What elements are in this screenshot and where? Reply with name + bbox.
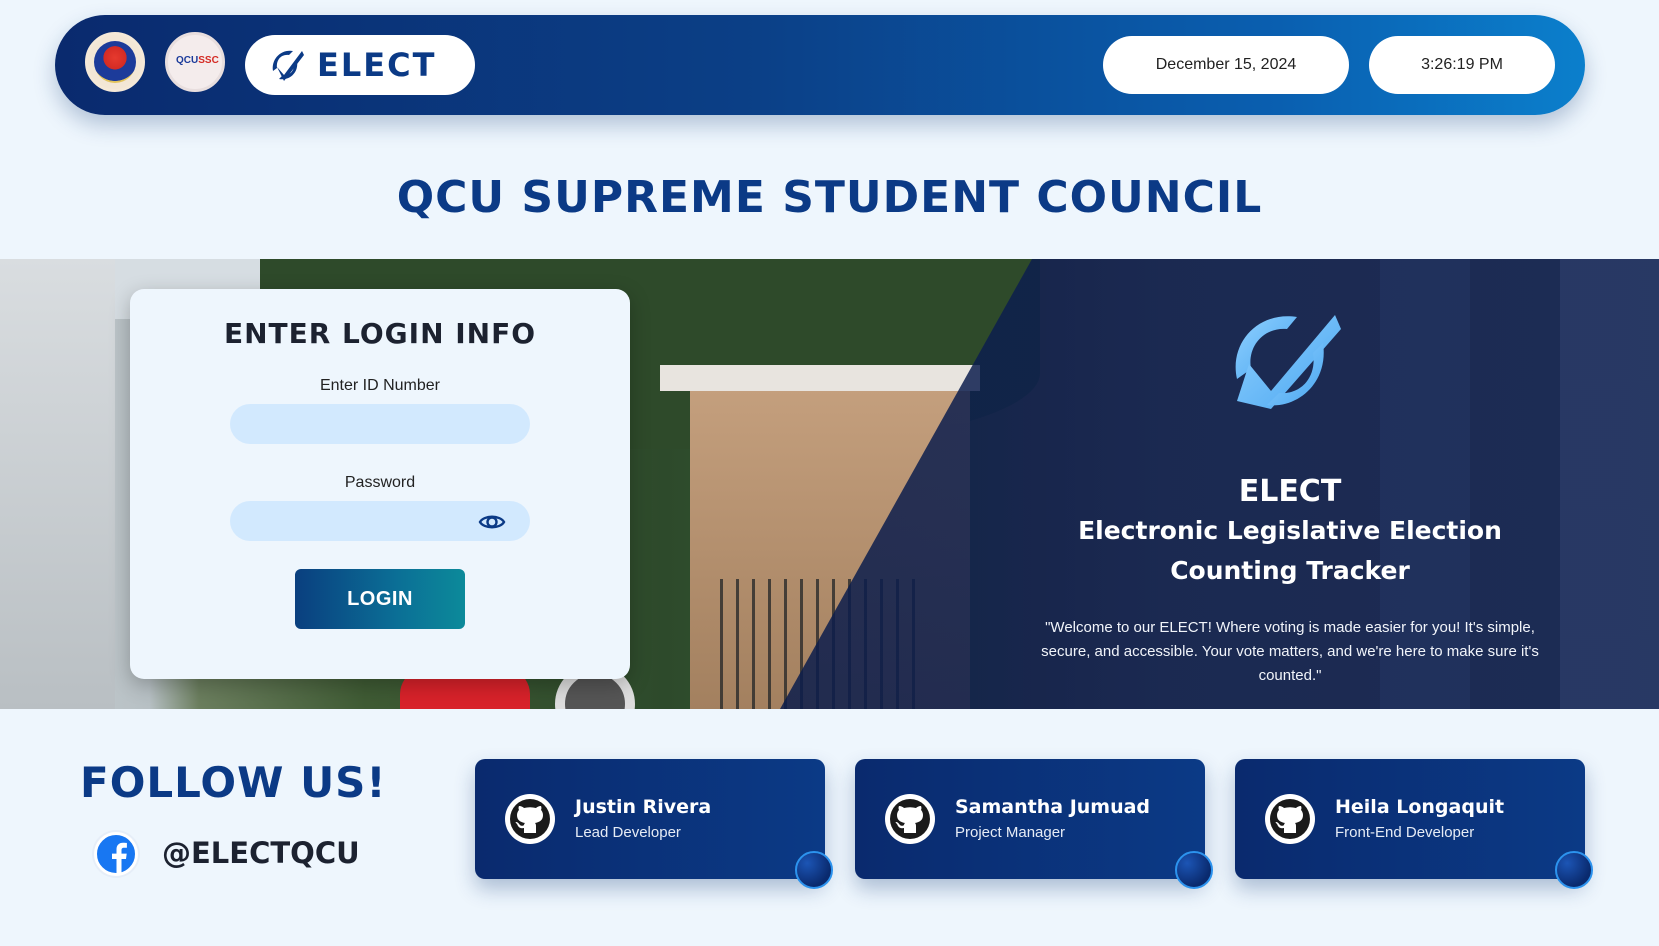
elect-check-icon — [272, 50, 304, 81]
app-subtitle-line1: Electronic Legislative Election — [1078, 516, 1502, 545]
developer-card[interactable]: Justin Rivera Lead Developer — [475, 759, 833, 889]
time-display: 3:26:19 PM — [1369, 36, 1555, 94]
decorative-bubble — [1555, 851, 1593, 889]
qcu-seal-logo — [85, 32, 145, 92]
show-password-eye-icon[interactable] — [478, 508, 506, 536]
facebook-icon[interactable] — [94, 832, 138, 876]
elect-logo-icon — [1235, 315, 1341, 409]
developer-role: Lead Developer — [575, 824, 681, 841]
app-subtitle-line2: Counting Tracker — [1170, 556, 1410, 585]
app-name: ELECT — [1238, 474, 1342, 509]
facebook-handle-link[interactable]: @ELECTQCU — [162, 836, 360, 870]
login-card: ENTER LOGIN INFO Enter ID Number Passwor… — [130, 289, 630, 679]
top-header: QCUSSC ELECT December 15, 2024 3:26:19 P… — [55, 15, 1585, 115]
brand-logo[interactable]: ELECT — [245, 35, 475, 95]
decorative-bubble — [1175, 851, 1213, 889]
login-heading: ENTER LOGIN INFO — [223, 317, 537, 350]
password-label: Password — [344, 474, 416, 491]
github-icon[interactable] — [885, 794, 935, 844]
developer-role: Project Manager — [955, 824, 1066, 841]
page-title: QCU SUPREME STUDENT COUNCIL — [396, 172, 1263, 223]
decorative-bubble — [795, 851, 833, 889]
brand-name: ELECT — [317, 46, 437, 84]
welcome-message: "Welcome to our ELECT! Where voting is m… — [1041, 619, 1539, 684]
github-icon[interactable] — [1265, 794, 1315, 844]
developer-role: Front-End Developer — [1335, 824, 1475, 841]
app-subtitle: Electronic Legislative Election Counting… — [1010, 511, 1570, 591]
developer-name: Samantha Jumuad — [955, 796, 1151, 818]
login-button[interactable]: LOGIN — [295, 569, 465, 629]
id-number-label: Enter ID Number — [319, 377, 441, 394]
github-icon[interactable] — [505, 794, 555, 844]
developer-card[interactable]: Samantha Jumuad Project Manager — [855, 759, 1213, 889]
date-display: December 15, 2024 — [1103, 36, 1349, 94]
hero-section: ENTER LOGIN INFO Enter ID Number Passwor… — [0, 259, 1659, 709]
follow-us-title: FOLLOW US! — [80, 758, 387, 807]
developer-name: Heila Longaquit — [1335, 796, 1505, 818]
developer-name: Justin Rivera — [575, 796, 712, 818]
developer-card[interactable]: Heila Longaquit Front-End Developer — [1235, 759, 1593, 889]
ssc-seal-logo: QCUSSC — [165, 32, 225, 92]
id-number-input[interactable] — [230, 404, 530, 444]
